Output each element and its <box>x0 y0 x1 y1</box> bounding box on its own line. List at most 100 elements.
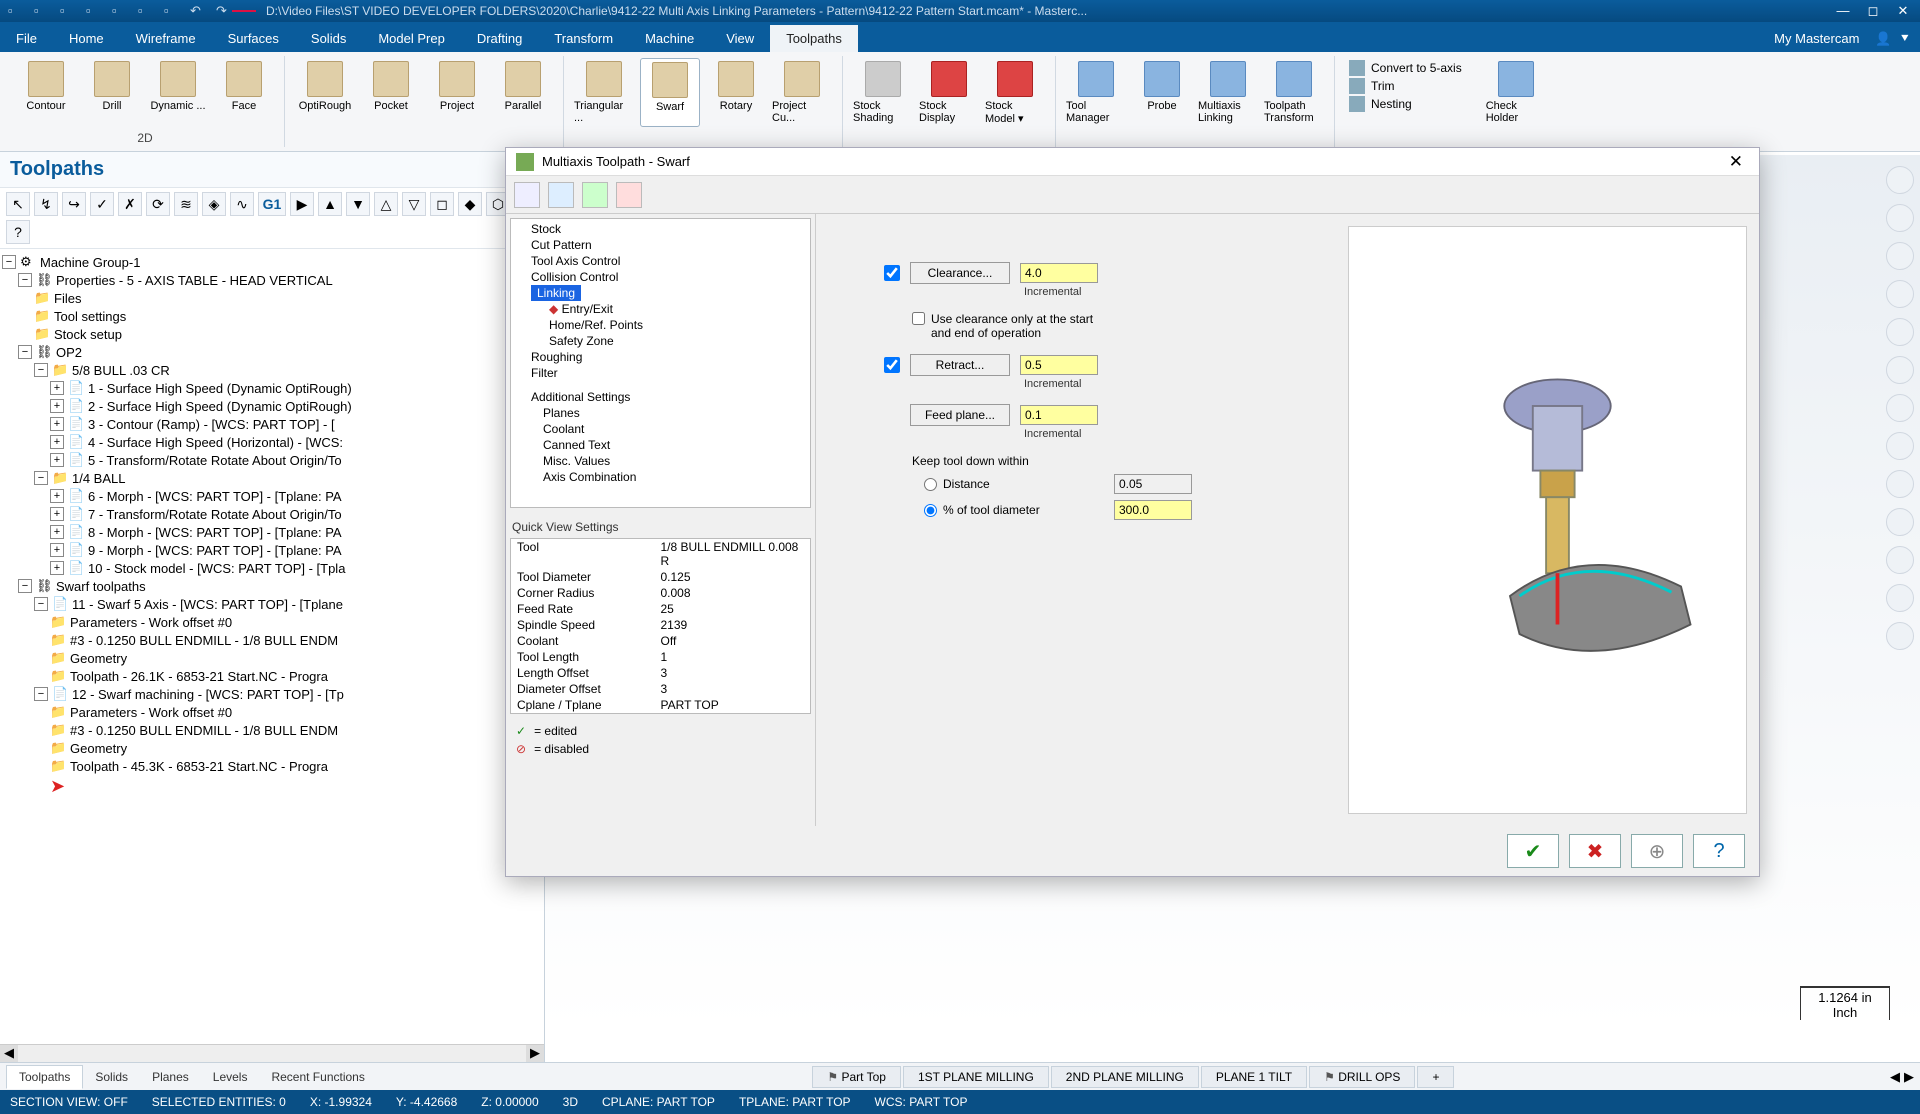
close-window-icon[interactable]: ✕ <box>1894 3 1912 19</box>
tree-geom1[interactable]: Geometry <box>70 651 127 666</box>
plane-tab-add[interactable]: + <box>1417 1066 1454 1088</box>
tree-props[interactable]: Properties - 5 - AXIS TABLE - HEAD VERTI… <box>56 273 333 288</box>
paste-icon[interactable]: ▫ <box>164 3 180 19</box>
btn-check-holder[interactable]: Check Holder <box>1486 58 1546 127</box>
clearance-button[interactable]: Clearance... <box>910 262 1010 284</box>
pnode-safety[interactable]: Safety Zone <box>513 333 808 349</box>
tree-tp1[interactable]: Toolpath - 26.1K - 6853-21 Start.NC - Pr… <box>70 669 328 684</box>
pnode-toolaxis[interactable]: Tool Axis Control <box>513 253 808 269</box>
dlg-tb-3[interactable] <box>582 182 608 208</box>
btn-nesting[interactable]: Nesting <box>1349 96 1462 112</box>
btab-levels[interactable]: Levels <box>201 1066 260 1088</box>
btn-optirough[interactable]: OptiRough <box>295 58 355 115</box>
rail-icon-11[interactable] <box>1886 546 1914 574</box>
tab-mymastercam[interactable]: My Mastercam <box>1758 25 1875 52</box>
tree-op2[interactable]: OP2 <box>56 345 82 360</box>
open-icon[interactable]: ▫ <box>34 3 50 19</box>
tree-tool1[interactable]: #3 - 0.1250 BULL ENDMILL - 1/8 BULL ENDM <box>70 633 338 648</box>
tb-tri2-icon[interactable]: ▽ <box>402 192 426 216</box>
retract-check[interactable] <box>884 357 900 373</box>
plane-tab-4[interactable]: DRILL OPS <box>1309 1066 1415 1088</box>
print-icon[interactable]: ▫ <box>112 3 128 19</box>
tree-op-3[interactable]: 3 - Contour (Ramp) - [WCS: PART TOP] - [ <box>88 417 335 432</box>
status-cplane[interactable]: CPLANE: PART TOP <box>602 1095 715 1109</box>
btn-stock-model[interactable]: Stock Model ▾ <box>985 58 1045 128</box>
status-tplane[interactable]: TPLANE: PART TOP <box>739 1095 851 1109</box>
pnode-addl[interactable]: Additional Settings <box>513 389 808 405</box>
btn-pocket[interactable]: Pocket <box>361 58 421 115</box>
tab-surfaces[interactable]: Surfaces <box>212 25 295 52</box>
feedplane-button[interactable]: Feed plane... <box>910 404 1010 426</box>
btn-project[interactable]: Project <box>427 58 487 115</box>
status-3d[interactable]: 3D <box>563 1095 578 1109</box>
undo-icon[interactable]: ↶ <box>190 3 206 19</box>
tb-tri-icon[interactable]: △ <box>374 192 398 216</box>
rail-icon-4[interactable] <box>1886 280 1914 308</box>
tab-drafting[interactable]: Drafting <box>461 25 539 52</box>
tree-files[interactable]: Files <box>54 291 81 306</box>
minimize-icon[interactable]: — <box>1834 3 1852 19</box>
btn-convert-5axis[interactable]: Convert to 5-axis <box>1349 60 1462 76</box>
tb-check-icon[interactable]: ✓ <box>90 192 114 216</box>
pnode-stock[interactable]: Stock <box>513 221 808 237</box>
user-icon[interactable]: 👤 <box>1875 31 1891 47</box>
tab-transform[interactable]: Transform <box>538 25 629 52</box>
maximize-icon[interactable]: ◻ <box>1864 3 1882 19</box>
dlg-tb-1[interactable] <box>514 182 540 208</box>
btn-swarf[interactable]: Swarf <box>640 58 700 127</box>
saveall-icon[interactable]: ▫ <box>86 3 102 19</box>
pnode-coolant[interactable]: Coolant <box>513 421 808 437</box>
tree-op-7[interactable]: 7 - Transform/Rotate Rotate About Origin… <box>88 507 342 522</box>
btab-planes[interactable]: Planes <box>140 1066 201 1088</box>
tree-params2[interactable]: Parameters - Work offset #0 <box>70 705 232 720</box>
tb-up-icon[interactable]: ▲ <box>318 192 342 216</box>
tree-op-10[interactable]: 10 - Stock model - [WCS: PART TOP] - [Tp… <box>88 561 345 576</box>
pnode-misc[interactable]: Misc. Values <box>513 453 808 469</box>
tree-op-5[interactable]: 5 - Transform/Rotate Rotate About Origin… <box>88 453 342 468</box>
tb-ghost-icon[interactable]: ◈ <box>202 192 226 216</box>
pnode-filter[interactable]: Filter <box>513 365 808 381</box>
status-wcs[interactable]: WCS: PART TOP <box>875 1095 968 1109</box>
hscroll-right[interactable]: ▶ <box>526 1045 544 1062</box>
tab-machine[interactable]: Machine <box>629 25 710 52</box>
tab-nav-right-icon[interactable]: ▶ <box>1904 1069 1914 1085</box>
rail-icon-5[interactable] <box>1886 318 1914 346</box>
btn-rotary[interactable]: Rotary <box>706 58 766 127</box>
btn-tool-manager[interactable]: Tool Manager <box>1066 58 1126 127</box>
useclearance-check[interactable] <box>912 312 925 325</box>
dlg-tb-2[interactable] <box>548 182 574 208</box>
tab-toolpaths[interactable]: Toolpaths <box>770 25 858 52</box>
tab-view[interactable]: View <box>710 25 770 52</box>
tb-arrow-icon[interactable]: ↪ <box>62 192 86 216</box>
btn-tp-transform[interactable]: Toolpath Transform <box>1264 58 1324 127</box>
pnode-linking[interactable]: Linking <box>531 285 581 301</box>
tb-diam-icon[interactable]: ◆ <box>458 192 482 216</box>
tree-op-9[interactable]: 9 - Morph - [WCS: PART TOP] - [Tplane: P… <box>88 543 342 558</box>
pnode-axiscombo[interactable]: Axis Combination <box>513 469 808 485</box>
tb-select-icon[interactable]: ↖ <box>6 192 30 216</box>
plane-tab-3[interactable]: PLANE 1 TILT <box>1201 1066 1307 1088</box>
pnode-entryexit[interactable]: Entry/Exit <box>513 301 808 317</box>
tb-wave-icon[interactable]: ∿ <box>230 192 254 216</box>
redo-icon[interactable]: ↷ <box>216 3 232 19</box>
tb-help-icon[interactable]: ? <box>6 220 30 244</box>
tab-modelprep[interactable]: Model Prep <box>362 25 460 52</box>
new-icon[interactable]: ▫ <box>8 3 24 19</box>
btab-recent[interactable]: Recent Functions <box>259 1066 376 1088</box>
rail-icon-6[interactable] <box>1886 356 1914 384</box>
btn-trim[interactable]: Trim <box>1349 78 1462 94</box>
tree-mg[interactable]: Machine Group-1 <box>40 255 140 270</box>
copy-icon[interactable]: ▫ <box>138 3 154 19</box>
clearance-input[interactable] <box>1020 263 1098 283</box>
btn-contour[interactable]: Contour <box>16 58 76 115</box>
rail-icon-2[interactable] <box>1886 204 1914 232</box>
distance-radio[interactable] <box>924 478 937 491</box>
tb-g1[interactable]: G1 <box>258 192 286 216</box>
pnode-canned[interactable]: Canned Text <box>513 437 808 453</box>
tree-tool2[interactable]: #3 - 0.1250 BULL ENDMILL - 1/8 BULL ENDM <box>70 723 338 738</box>
btn-multiaxis-link[interactable]: Multiaxis Linking <box>1198 58 1258 127</box>
pnode-homeref[interactable]: Home/Ref. Points <box>513 317 808 333</box>
save-icon[interactable]: ▫ <box>60 3 76 19</box>
tree-op-11[interactable]: 11 - Swarf 5 Axis - [WCS: PART TOP] - [T… <box>72 597 343 612</box>
apply-button[interactable]: ⊕ <box>1631 834 1683 868</box>
